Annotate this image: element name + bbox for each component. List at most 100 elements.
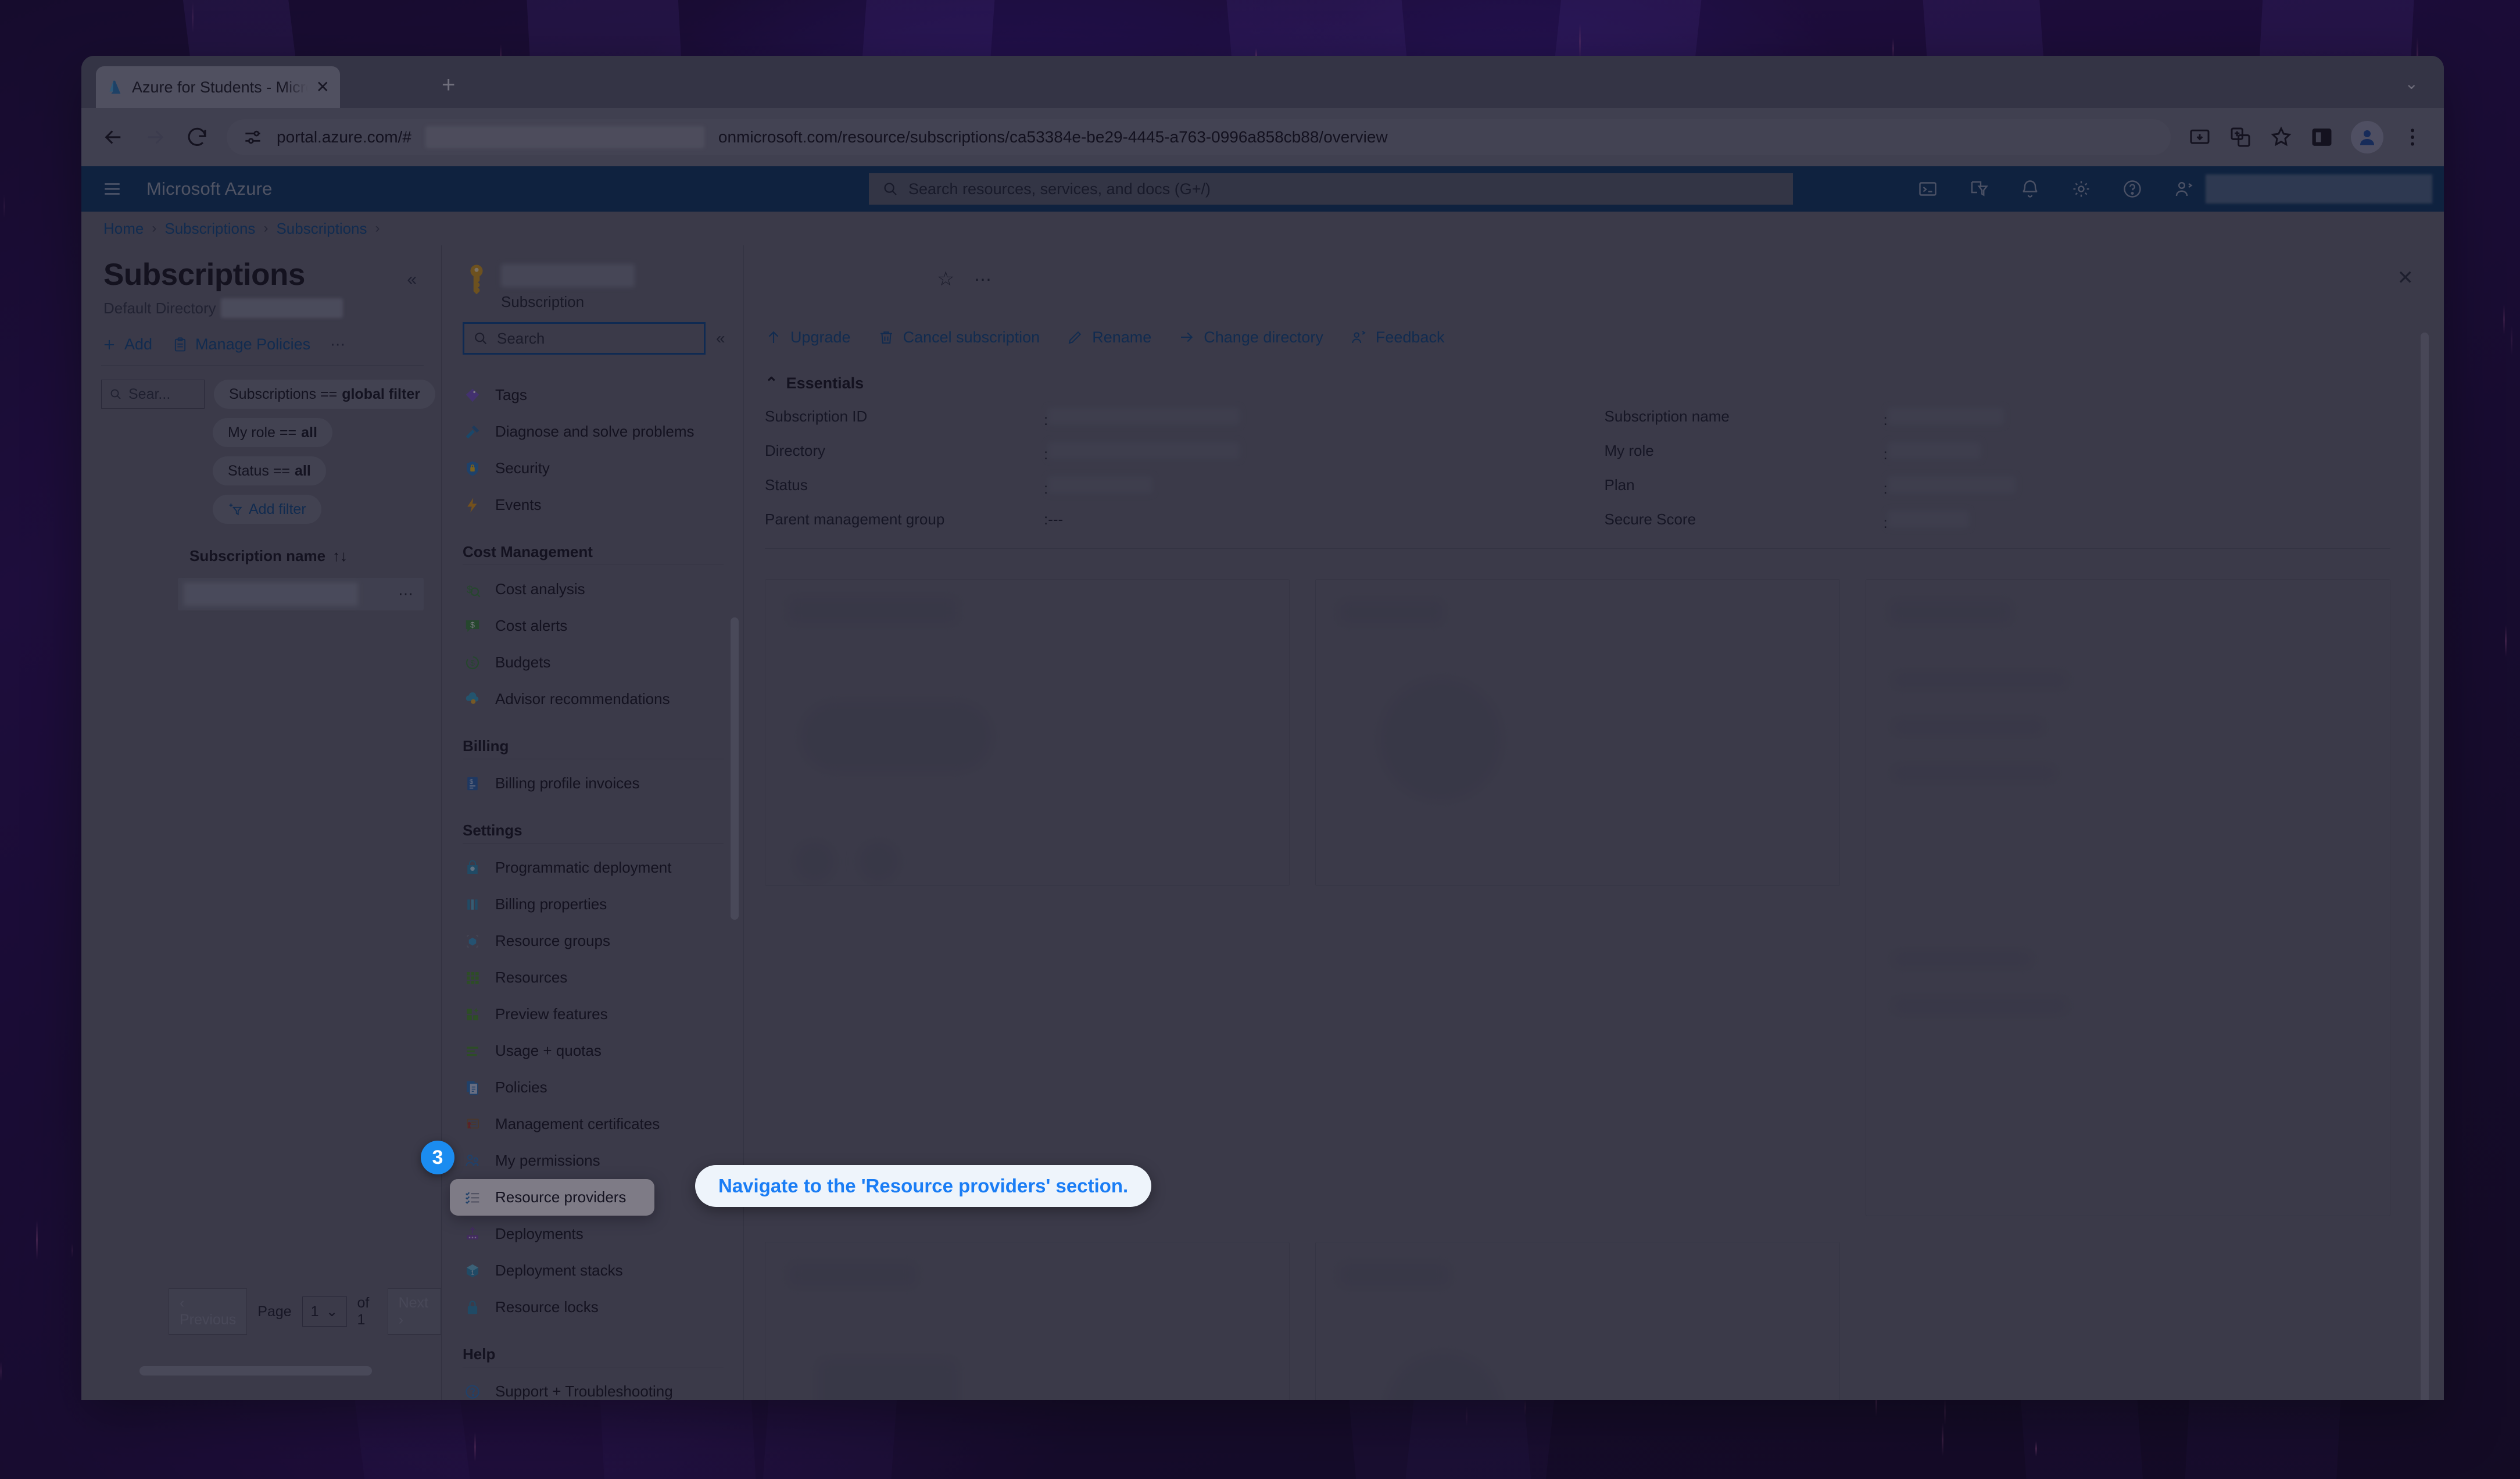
nav-item-resource-groups[interactable]: Resource groups: [463, 923, 743, 959]
nav-item-diagnose-and-solve-problems[interactable]: Diagnose and solve problems: [463, 413, 743, 450]
plus-icon[interactable]: +: [442, 73, 455, 97]
deployments-icon: [463, 1224, 482, 1244]
bookmark-star-icon[interactable]: [2270, 126, 2293, 149]
translate-icon[interactable]: [2229, 126, 2252, 149]
add-filter-button[interactable]: Add filter: [213, 495, 321, 524]
breadcrumb-separator: ›: [375, 220, 380, 236]
filter-chip-my-role[interactable]: My role == all: [213, 418, 332, 447]
cancel-subscription-label: Cancel subscription: [903, 328, 1040, 346]
azure-brand-label[interactable]: Microsoft Azure: [146, 178, 273, 199]
nav-item-usage-quotas[interactable]: Usage + quotas: [463, 1033, 743, 1069]
nav-item-programmatic-deployment[interactable]: Programmatic deployment: [463, 849, 743, 886]
dashboard-tile[interactable]: [1315, 579, 1840, 886]
arrow-left-icon[interactable]: [101, 125, 126, 149]
rename-button[interactable]: Rename: [1066, 328, 1151, 346]
nav-item-tags[interactable]: Tags: [463, 377, 743, 413]
chevron-down-icon[interactable]: ⌄: [2405, 76, 2418, 92]
nav-item-management-certificates[interactable]: Management certificates: [463, 1106, 743, 1142]
blade-menu-search-input[interactable]: Search: [463, 322, 706, 355]
subscriptions-search-input[interactable]: Sear...: [101, 380, 205, 409]
cast-icon[interactable]: [2188, 126, 2211, 149]
breadcrumb-separator: ›: [152, 220, 157, 236]
nav-item-resources[interactable]: Resources: [463, 959, 743, 996]
filter-chip-subscriptions[interactable]: Subscriptions == global filter: [214, 380, 435, 409]
dashboard-tile[interactable]: [765, 1242, 1290, 1400]
redacted-value: [1887, 408, 2004, 425]
nav-item-advisor-recommendations[interactable]: Advisor recommendations: [463, 681, 743, 717]
upgrade-button[interactable]: Upgrade: [765, 328, 851, 346]
breadcrumb-item-subscriptions-1[interactable]: Subscriptions: [164, 220, 255, 238]
table-row[interactable]: ⋯: [178, 578, 424, 610]
nav-item-cost-alerts[interactable]: $ Cost alerts: [463, 608, 743, 644]
nav-item-security[interactable]: Security: [463, 450, 743, 487]
dashboard-tile[interactable]: [1315, 1242, 1840, 1400]
policies-icon: [463, 1078, 482, 1098]
essentials-header[interactable]: ⌃ Essentials: [765, 374, 2444, 392]
nav-item-deployment-stacks[interactable]: 1 Deployment stacks: [463, 1252, 743, 1289]
directories-filter-icon[interactable]: [1968, 178, 1989, 199]
rename-label: Rename: [1092, 328, 1152, 346]
nav-item-support-troubleshooting[interactable]: Support + Troubleshooting: [463, 1373, 743, 1400]
feedback-person-icon[interactable]: [2173, 178, 2194, 199]
blade-menu: Subscription Search « Tags Diagnose and …: [442, 245, 744, 1400]
nav-item-policies[interactable]: Policies: [463, 1069, 743, 1106]
global-search-input[interactable]: Search resources, services, and docs (G+…: [869, 173, 1793, 205]
chevron-double-left-icon[interactable]: «: [716, 329, 725, 348]
star-icon[interactable]: ☆: [937, 267, 954, 291]
sort-arrows-icon: ↑↓: [332, 547, 348, 565]
hamburger-icon[interactable]: [102, 179, 122, 199]
ellipsis-icon[interactable]: ⋯: [398, 585, 416, 603]
subscriptions-pane: Subscriptions « Default Directory Add Ma…: [81, 245, 442, 1400]
nav-item-billing-properties[interactable]: Billing properties: [463, 886, 743, 923]
cancel-subscription-button[interactable]: Cancel subscription: [878, 328, 1040, 346]
next-page-button[interactable]: Next ›: [387, 1288, 441, 1335]
help-question-icon[interactable]: [2122, 178, 2143, 199]
redacted-value: [1887, 442, 1981, 459]
more-vertical-icon[interactable]: [2401, 126, 2424, 149]
column-header-label: Subscription name: [189, 547, 326, 565]
nav-item-budgets[interactable]: $ Budgets: [463, 644, 743, 681]
add-button[interactable]: Add: [101, 335, 152, 353]
account-info-redacted[interactable]: [2206, 174, 2432, 203]
notifications-bell-icon[interactable]: [2020, 178, 2041, 199]
browser-window: Azure for Students - Microsoft ✕ + ⌄ por…: [81, 56, 2444, 1400]
essentials-label: Subscription ID: [765, 408, 868, 425]
profile-avatar-icon[interactable]: [2351, 121, 2383, 153]
horizontal-scrollbar[interactable]: [139, 1366, 372, 1376]
arrow-right-icon[interactable]: [143, 125, 167, 149]
page-number-select[interactable]: 1 ⌄: [302, 1296, 347, 1327]
subscription-name-column-header[interactable]: Subscription name ↑↓: [189, 547, 441, 565]
dashboard-tile[interactable]: [1866, 579, 2390, 1216]
nav-item-preview-features[interactable]: Preview features: [463, 996, 743, 1033]
close-icon[interactable]: ✕: [316, 79, 330, 95]
dashboard-tile[interactable]: [765, 579, 1290, 886]
previous-page-button[interactable]: ‹ Previous: [169, 1288, 248, 1335]
cloud-shell-icon[interactable]: [1917, 178, 1938, 199]
breadcrumb-item-subscriptions-2[interactable]: Subscriptions: [276, 220, 367, 238]
ellipsis-icon[interactable]: ⋯: [974, 270, 994, 290]
settings-gear-icon[interactable]: [2071, 178, 2092, 199]
dashboard-tiles: [765, 579, 2390, 1400]
page-title: Subscriptions: [103, 258, 305, 292]
address-bar[interactable]: portal.azure.com/# onmicrosoft.com/resou…: [227, 119, 2171, 155]
close-icon[interactable]: ✕: [2397, 266, 2414, 290]
blade-scrollbar[interactable]: [2421, 333, 2429, 1400]
side-panel-icon[interactable]: [2310, 126, 2333, 149]
ellipsis-icon[interactable]: ⋯: [330, 335, 347, 353]
change-directory-button[interactable]: Change directory: [1178, 328, 1323, 346]
chevron-double-left-icon[interactable]: «: [407, 270, 417, 290]
nav-item-billing-profile-invoices[interactable]: $ Billing profile invoices: [463, 765, 743, 802]
nav-item-events[interactable]: Events: [463, 487, 743, 523]
reload-icon[interactable]: [185, 125, 209, 149]
breadcrumb-item-home[interactable]: Home: [103, 220, 144, 238]
browser-tab[interactable]: Azure for Students - Microsoft ✕: [96, 66, 340, 108]
manage-policies-button[interactable]: Manage Policies: [172, 335, 310, 353]
nav-item-resource-providers[interactable]: Resource providers: [450, 1179, 654, 1216]
site-settings-icon[interactable]: [242, 126, 264, 148]
feedback-button[interactable]: Feedback: [1350, 328, 1444, 346]
nav-item-cost-analysis[interactable]: $ Cost analysis: [463, 571, 743, 608]
nav-item-resource-locks[interactable]: Resource locks: [463, 1289, 743, 1326]
filter-chip-status[interactable]: Status == all: [213, 456, 326, 485]
blade-menu-scrollbar[interactable]: [731, 617, 739, 920]
nav-item-deployments[interactable]: Deployments: [463, 1216, 743, 1252]
